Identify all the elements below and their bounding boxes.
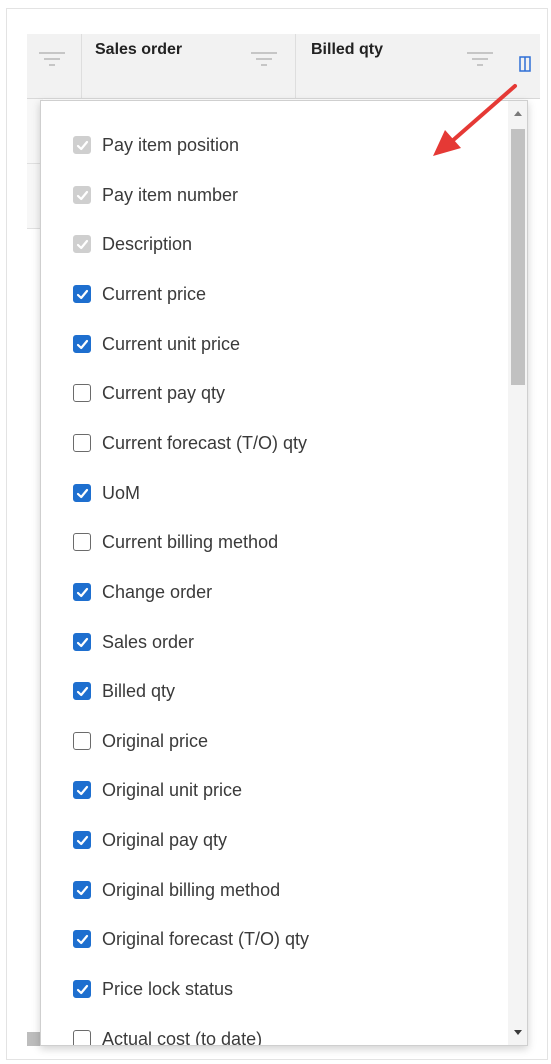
checkbox[interactable] bbox=[73, 434, 91, 452]
column-option-label: Original pay qty bbox=[102, 829, 228, 850]
column-option-label: Actual cost (to date) bbox=[102, 1028, 263, 1046]
column-option-label: Pay item position bbox=[102, 134, 240, 155]
checkmark-icon bbox=[76, 339, 88, 349]
column-option-label: Current pay qty bbox=[102, 382, 226, 403]
column-separator[interactable] bbox=[81, 34, 82, 98]
triangle-down-icon[interactable] bbox=[508, 1023, 528, 1041]
column-chooser-icon[interactable] bbox=[519, 56, 531, 72]
checkbox[interactable] bbox=[73, 781, 91, 799]
column-option-label: Billed qty bbox=[102, 680, 176, 701]
column-option[interactable]: Original forecast (T/O) qty bbox=[73, 926, 309, 952]
checkmark-icon bbox=[76, 239, 88, 249]
column-option[interactable]: Current price bbox=[73, 281, 206, 307]
column-option: Pay item number bbox=[73, 182, 238, 208]
menu-scrollbar[interactable] bbox=[508, 101, 528, 1045]
checkbox[interactable] bbox=[73, 881, 91, 899]
column-option-label: Sales order bbox=[102, 631, 195, 652]
checkbox[interactable] bbox=[73, 285, 91, 303]
column-header-sales-order[interactable]: Sales order bbox=[95, 41, 182, 59]
checkmark-icon bbox=[76, 637, 88, 647]
checkmark-icon bbox=[76, 885, 88, 895]
column-option[interactable]: Sales order bbox=[73, 629, 194, 655]
checkbox[interactable] bbox=[73, 484, 91, 502]
arrow-icon bbox=[433, 84, 517, 156]
column-option-label: Current forecast (T/O) qty bbox=[102, 432, 308, 453]
checkmark-icon bbox=[76, 934, 88, 944]
column-option[interactable]: Current forecast (T/O) qty bbox=[73, 430, 307, 456]
column-option[interactable]: Change order bbox=[73, 579, 212, 605]
column-option-label: Current unit price bbox=[102, 333, 241, 354]
column-option-label: Current price bbox=[102, 283, 207, 304]
checkmark-icon bbox=[76, 587, 88, 597]
column-option[interactable]: Price lock status bbox=[73, 976, 233, 1002]
column-option-label: Original price bbox=[102, 730, 209, 751]
column-option-label: Original forecast (T/O) qty bbox=[102, 928, 310, 949]
column-option-label: Original billing method bbox=[102, 879, 281, 900]
column-option-label: Original unit price bbox=[102, 779, 243, 800]
checkbox[interactable] bbox=[73, 682, 91, 700]
column-option[interactable]: Original pay qty bbox=[73, 827, 227, 853]
checkbox[interactable] bbox=[73, 1030, 91, 1045]
checkmark-icon bbox=[76, 686, 88, 696]
checkbox[interactable] bbox=[73, 384, 91, 402]
column-option-label: Current billing method bbox=[102, 531, 279, 552]
column-option-label: Description bbox=[102, 233, 193, 254]
checkbox[interactable] bbox=[73, 583, 91, 601]
column-separator[interactable] bbox=[295, 34, 296, 98]
column-header-billed-qty[interactable]: Billed qty bbox=[311, 41, 383, 59]
checkmark-icon bbox=[76, 289, 88, 299]
column-option[interactable]: Current unit price bbox=[73, 331, 240, 357]
column-option-label: Pay item number bbox=[102, 184, 239, 205]
column-option[interactable]: Current pay qty bbox=[73, 380, 225, 406]
checkbox bbox=[73, 186, 91, 204]
column-option: Pay item position bbox=[73, 132, 239, 158]
column-option[interactable]: Original price bbox=[73, 728, 208, 754]
checkmark-icon bbox=[76, 488, 88, 498]
filter-icon[interactable] bbox=[467, 50, 493, 68]
checkmark-icon bbox=[76, 984, 88, 994]
column-option[interactable]: Original unit price bbox=[73, 777, 242, 803]
column-option-label: UoM bbox=[102, 482, 141, 503]
checkbox[interactable] bbox=[73, 930, 91, 948]
column-option[interactable]: Original billing method bbox=[73, 877, 280, 903]
checkmark-icon bbox=[76, 835, 88, 845]
column-option: Description bbox=[73, 231, 192, 257]
checkbox[interactable] bbox=[73, 732, 91, 750]
checkmark-icon bbox=[76, 190, 88, 200]
checkbox[interactable] bbox=[73, 633, 91, 651]
checkbox[interactable] bbox=[73, 831, 91, 849]
filter-icon[interactable] bbox=[251, 50, 277, 68]
checkmark-icon bbox=[76, 140, 88, 150]
column-option[interactable]: Billed qty bbox=[73, 678, 175, 704]
checkbox bbox=[73, 235, 91, 253]
column-chooser-menu: Pay item position Pay item number Descript… bbox=[40, 100, 528, 1046]
checkbox[interactable] bbox=[73, 335, 91, 353]
checkbox bbox=[73, 136, 91, 154]
checkbox[interactable] bbox=[73, 980, 91, 998]
column-option[interactable]: UoM bbox=[73, 480, 140, 506]
column-option[interactable]: Current billing method bbox=[73, 529, 278, 555]
filter-icon[interactable] bbox=[39, 50, 65, 68]
column-option[interactable]: Actual cost (to date) bbox=[73, 1026, 263, 1046]
column-option-label: Price lock status bbox=[102, 978, 234, 999]
column-option-label: Change order bbox=[102, 581, 213, 602]
checkbox[interactable] bbox=[73, 533, 91, 551]
checkmark-icon bbox=[76, 785, 88, 795]
